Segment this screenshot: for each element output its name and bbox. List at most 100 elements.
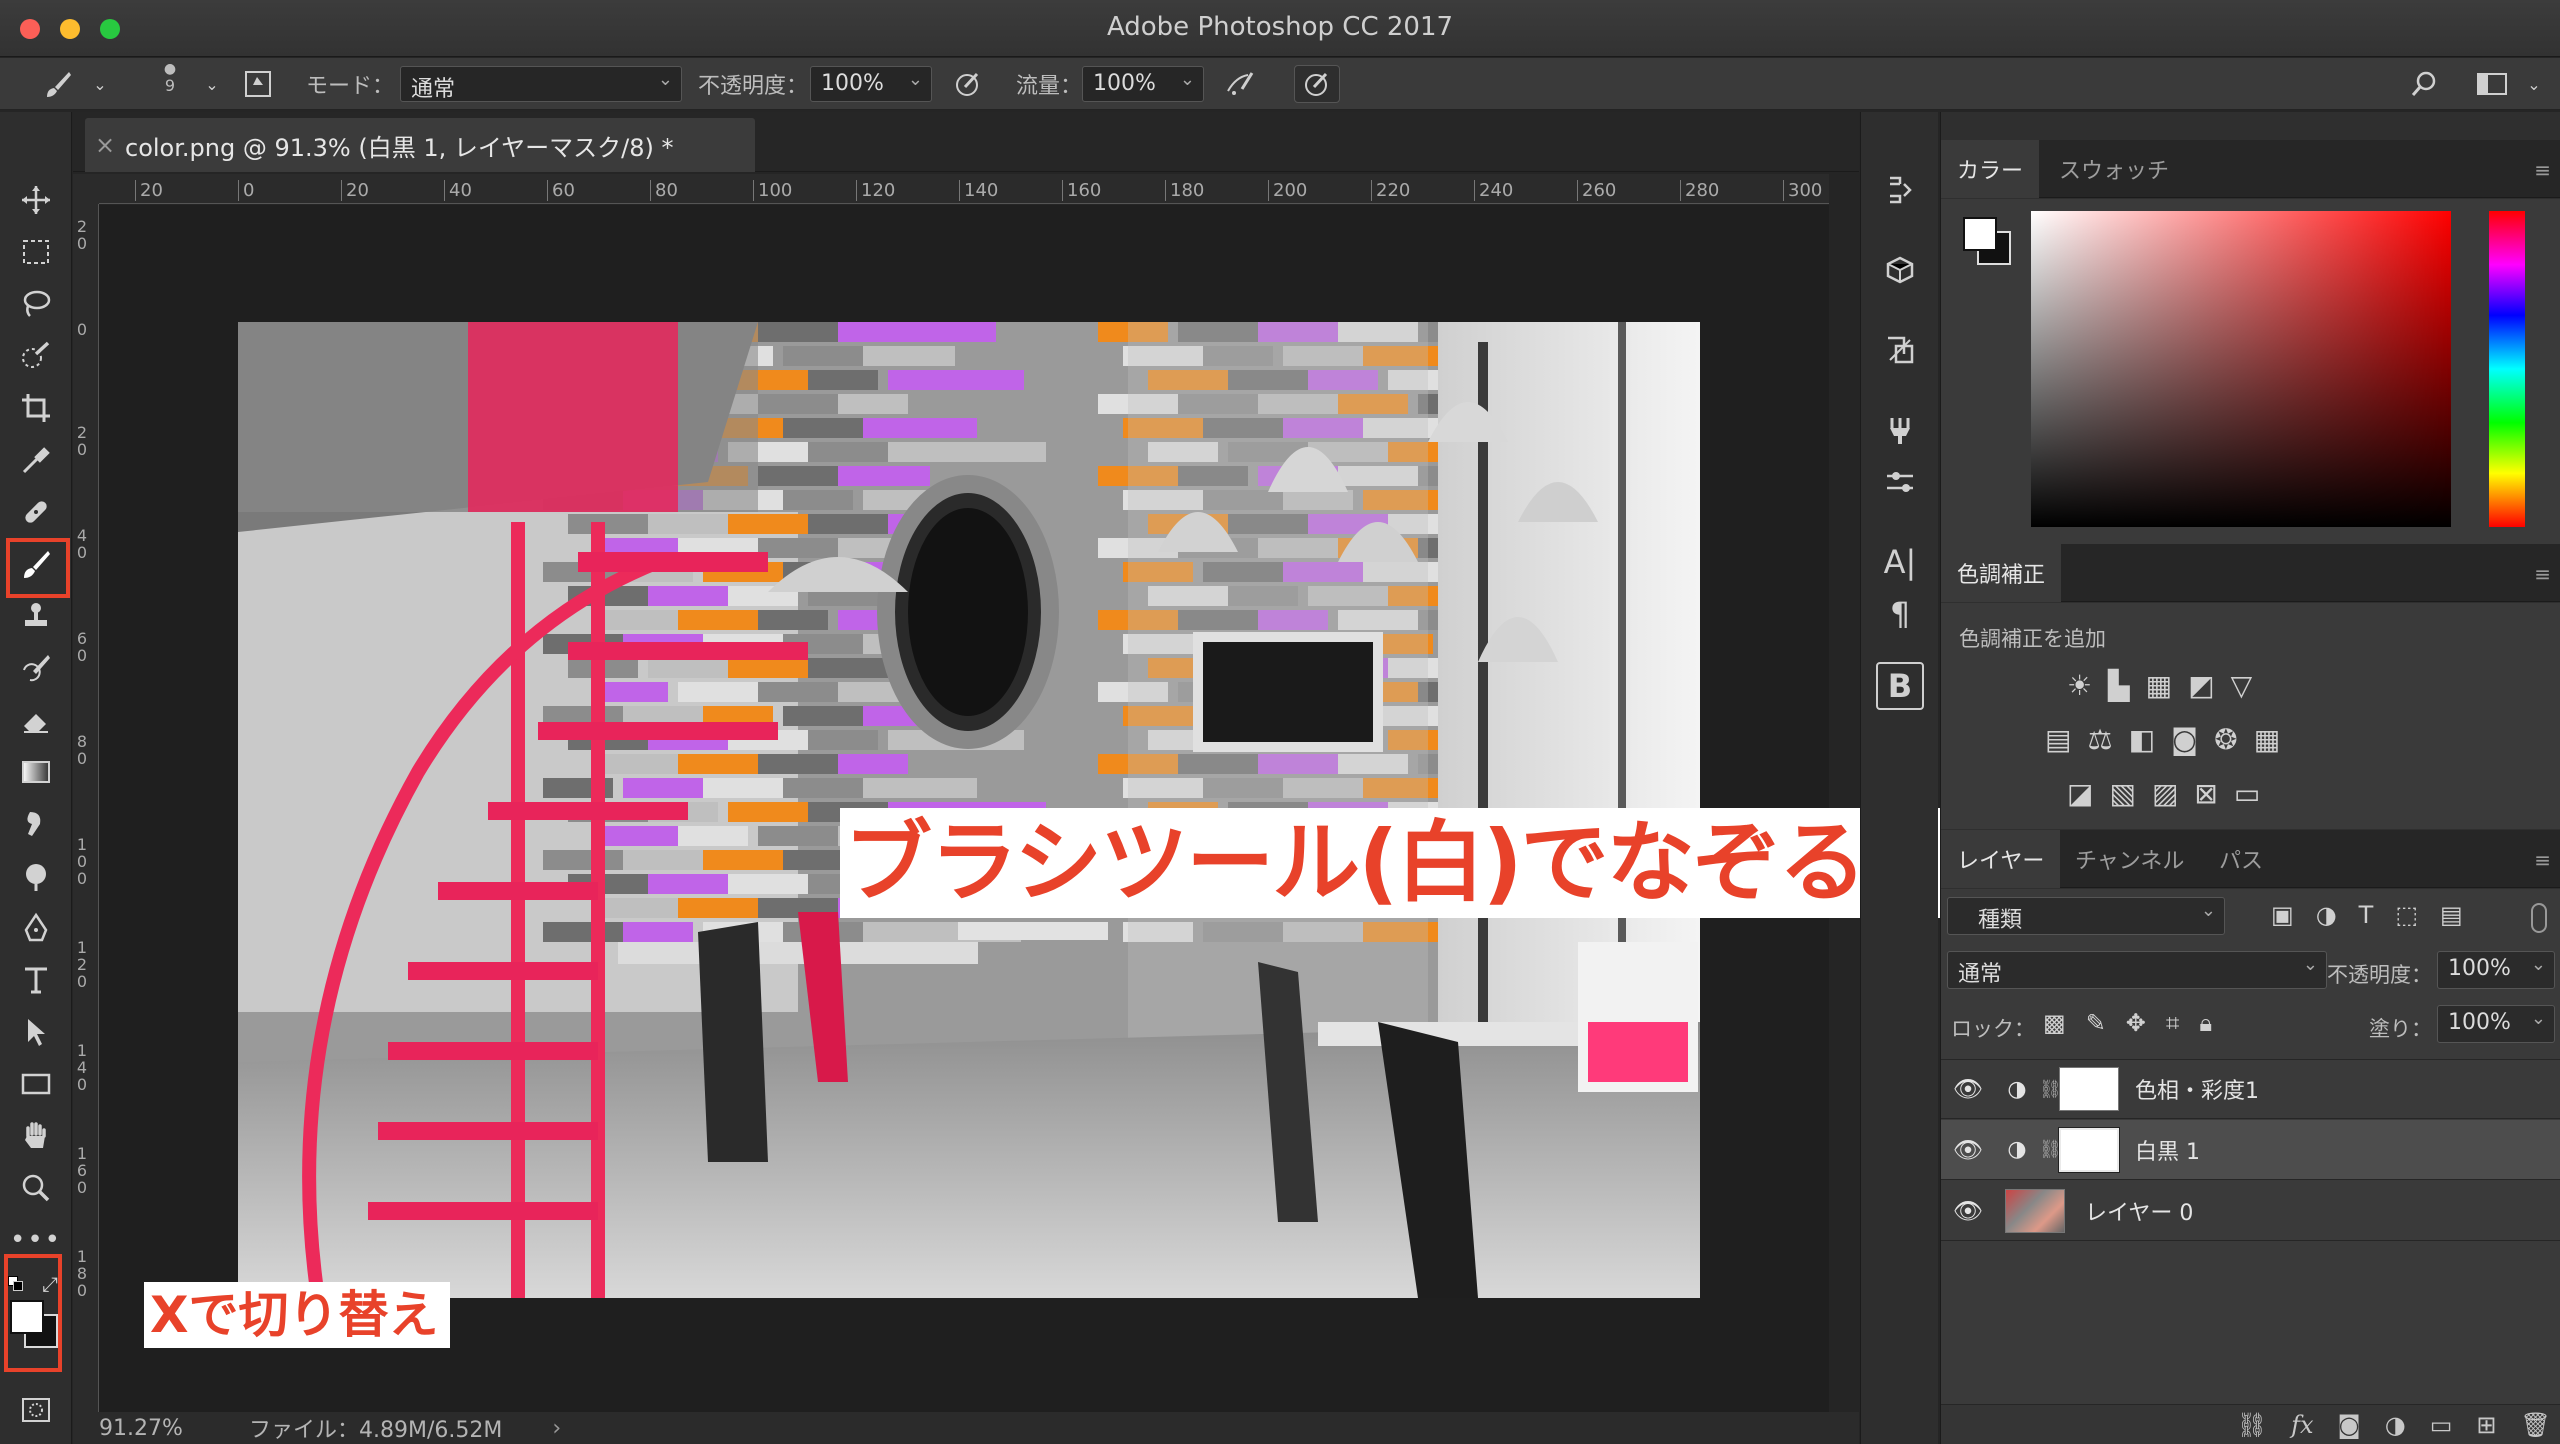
- pen-tool-icon[interactable]: [12, 904, 60, 952]
- filter-toggle[interactable]: [2531, 903, 2547, 933]
- layer-row[interactable]: 👁︎ ◑ ⛓ 白黒 1: [1941, 1120, 2560, 1180]
- b-panel-icon[interactable]: B: [1876, 662, 1924, 710]
- pressure-size-icon[interactable]: [1294, 65, 1340, 103]
- layer-style-icon[interactable]: fx: [2291, 1411, 2313, 1439]
- layer-name[interactable]: 色相・彩度1: [2135, 1073, 2259, 1105]
- tab-paths[interactable]: パス: [2203, 830, 2279, 888]
- layer-row[interactable]: 👁︎ ◑ ⛓ 色相・彩度1: [1941, 1059, 2560, 1119]
- opacity-input[interactable]: 100% ⌄: [810, 66, 932, 102]
- tab-color[interactable]: カラー: [1941, 140, 2040, 198]
- gradient-map-icon[interactable]: ▭: [2234, 777, 2260, 810]
- layer-row[interactable]: 👁︎ レイヤー 0: [1941, 1181, 2560, 1241]
- crop-tool-icon[interactable]: [12, 384, 60, 432]
- lock-artboard-icon[interactable]: ⌗: [2166, 1009, 2180, 1037]
- lock-position-icon[interactable]: ✥: [2126, 1009, 2146, 1037]
- quick-mask-icon[interactable]: [12, 1386, 60, 1434]
- hue-slider[interactable]: [2489, 211, 2525, 527]
- link-chain-icon[interactable]: ⛓: [2039, 1139, 2062, 1160]
- fill-input[interactable]: 100% ⌄: [2437, 1005, 2555, 1043]
- panel-menu-icon[interactable]: ≡: [2534, 562, 2551, 586]
- brush-preset-icon[interactable]: [38, 65, 78, 103]
- color-saturation-field[interactable]: [2031, 211, 2451, 527]
- filter-pixel-icon[interactable]: ▣: [2271, 901, 2294, 929]
- visibility-eye-icon[interactable]: 👁︎: [1941, 1136, 1995, 1164]
- lock-transparent-icon[interactable]: ▩: [2043, 1009, 2066, 1037]
- hue-saturation-icon[interactable]: ▤: [2045, 723, 2071, 756]
- horizontal-ruler[interactable]: 20 0 20 40 60 80 100 120 140 160 180 200 220 240 260 28…: [99, 174, 1829, 204]
- brush-size-picker[interactable]: ● 9: [150, 62, 190, 102]
- vertical-ruler[interactable]: 2 0 0 2 0 4 0 6 0 8 0 1 0 0 1 2 0 1 4 0 1 6 0 1 8 …: [73, 204, 99, 1419]
- panel-menu-icon[interactable]: ≡: [2534, 158, 2551, 182]
- move-tool-icon[interactable]: [12, 176, 60, 224]
- link-layers-icon[interactable]: ⛓: [2237, 1411, 2267, 1439]
- zoom-level[interactable]: 91.27%: [99, 1416, 219, 1441]
- curves-icon[interactable]: ▦: [2146, 669, 2172, 702]
- brightness-icon[interactable]: ☀: [2067, 669, 2092, 702]
- color-panel-foreground-swatch[interactable]: [1963, 217, 1997, 251]
- visibility-eye-icon[interactable]: 👁︎: [1941, 1197, 1995, 1225]
- blend-mode-select[interactable]: 通常 ⌄: [1947, 951, 2327, 989]
- color-lookup-icon[interactable]: ▦: [2254, 723, 2280, 756]
- new-adjustment-icon[interactable]: ◑: [2385, 1411, 2406, 1439]
- flow-input[interactable]: 100% ⌄: [1082, 66, 1204, 102]
- clone-source-panel-icon[interactable]: [1876, 326, 1924, 374]
- lock-image-icon[interactable]: ✎: [2086, 1009, 2106, 1037]
- history-brush-tool-icon[interactable]: [12, 644, 60, 692]
- close-tab-icon[interactable]: ×: [85, 131, 125, 159]
- tab-layers[interactable]: レイヤー: [1941, 830, 2061, 888]
- vibrance-icon[interactable]: ▽: [2231, 669, 2253, 702]
- channel-mixer-icon[interactable]: ❂: [2214, 723, 2237, 756]
- filter-shape-icon[interactable]: ⬚: [2395, 901, 2418, 929]
- filter-smart-object-icon[interactable]: ▤: [2440, 901, 2463, 929]
- exposure-icon[interactable]: ◩: [2188, 669, 2214, 702]
- new-layer-icon[interactable]: ⊞: [2476, 1411, 2496, 1439]
- tab-swatches[interactable]: スウォッチ: [2043, 140, 2185, 198]
- quick-selection-tool-icon[interactable]: [12, 332, 60, 380]
- gradient-tool-icon[interactable]: [12, 748, 60, 796]
- layer-name[interactable]: レイヤー 0: [2085, 1195, 2193, 1227]
- lock-all-icon[interactable]: 🔒︎: [2199, 1009, 2212, 1037]
- marquee-tool-icon[interactable]: [12, 228, 60, 276]
- paragraph-panel-icon[interactable]: ¶: [1876, 590, 1924, 638]
- rectangle-tool-icon[interactable]: [12, 1060, 60, 1108]
- history-panel-icon[interactable]: [1876, 166, 1924, 214]
- layer-opacity-input[interactable]: 100% ⌄: [2437, 951, 2555, 989]
- filter-adjustment-icon[interactable]: ◑: [2316, 901, 2337, 929]
- threshold-icon[interactable]: ▨: [2152, 777, 2178, 810]
- eyedropper-tool-icon[interactable]: [12, 436, 60, 484]
- mode-select[interactable]: 通常 ⌄: [400, 66, 682, 102]
- link-chain-icon[interactable]: ⛓: [2039, 1079, 2062, 1100]
- character-panel-icon[interactable]: A|: [1876, 538, 1924, 586]
- search-icon[interactable]: [2404, 65, 2444, 103]
- layer-filter-select[interactable]: 種類 ⌄: [1947, 897, 2225, 935]
- path-selection-tool-icon[interactable]: [12, 1008, 60, 1056]
- chevron-down-icon[interactable]: ⌄: [80, 65, 120, 103]
- hand-tool-icon[interactable]: [12, 1112, 60, 1160]
- clone-stamp-tool-icon[interactable]: [12, 592, 60, 640]
- brush-settings-panel-icon[interactable]: [1876, 406, 1924, 454]
- delete-layer-icon[interactable]: 🗑︎: [2521, 1411, 2551, 1439]
- pressure-opacity-icon[interactable]: [948, 65, 988, 103]
- smudge-tool-icon[interactable]: [12, 800, 60, 848]
- document-tab[interactable]: × color.png @ 91.3% (白黒 1, レイヤーマスク/8) *: [85, 118, 755, 172]
- panel-menu-icon[interactable]: ≡: [2534, 848, 2551, 872]
- selective-color-icon[interactable]: ⊠: [2194, 777, 2217, 810]
- chevron-down-icon[interactable]: ⌄: [192, 65, 232, 103]
- type-tool-icon[interactable]: [12, 956, 60, 1004]
- invert-icon[interactable]: ◪: [2067, 777, 2093, 810]
- zoom-tool-icon[interactable]: [12, 1164, 60, 1212]
- filter-type-icon[interactable]: T: [2359, 901, 2374, 929]
- layer-mask-thumbnail[interactable]: [2058, 1126, 2120, 1173]
- brush-presets-panel-icon[interactable]: [1876, 458, 1924, 506]
- posterize-icon[interactable]: ▧: [2109, 777, 2135, 810]
- layer-mask-thumbnail[interactable]: [2059, 1067, 2119, 1111]
- status-menu-arrow-icon[interactable]: ›: [552, 1416, 561, 1441]
- layer-thumbnail[interactable]: [2005, 1188, 2065, 1233]
- new-group-icon[interactable]: ▭: [2430, 1411, 2453, 1439]
- tab-adjustments[interactable]: 色調補正: [1941, 544, 2062, 602]
- dodge-tool-icon[interactable]: [12, 852, 60, 900]
- tab-channels[interactable]: チャンネル: [2059, 830, 2200, 888]
- 3d-panel-icon[interactable]: [1876, 246, 1924, 294]
- chevron-down-icon[interactable]: ⌄: [2514, 65, 2554, 103]
- healing-brush-tool-icon[interactable]: [12, 488, 60, 536]
